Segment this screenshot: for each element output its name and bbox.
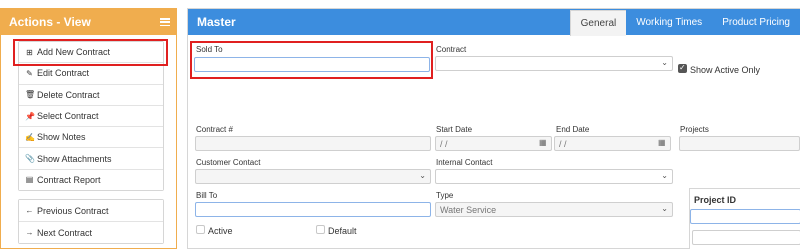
- notes-icon: ✍: [25, 132, 35, 142]
- tab-product-pricing[interactable]: Product Pricing: [712, 9, 800, 35]
- active-label: Active: [208, 226, 233, 236]
- paperclip-icon: 📎: [25, 154, 35, 164]
- file-icon: ▤: [25, 175, 34, 185]
- sold-to-input[interactable]: [194, 57, 430, 72]
- action-label: Edit Contract: [37, 68, 90, 79]
- main-header: Master General Working Times Product Pri…: [188, 9, 800, 36]
- contract-select[interactable]: ⌄: [435, 56, 673, 71]
- page-title: Master: [197, 15, 236, 29]
- show-active-only-label: Show Active Only: [690, 65, 761, 75]
- calendar-icon[interactable]: ▦: [658, 138, 667, 147]
- delete-contract-button[interactable]: 🗑 Delete Contract: [19, 84, 163, 106]
- projects-input[interactable]: [679, 136, 800, 151]
- active-checkbox[interactable]: [196, 225, 205, 234]
- type-value: Water Service: [440, 204, 497, 215]
- start-date-input[interactable]: / / ▦: [435, 136, 552, 151]
- project-id-header: Project ID: [694, 195, 737, 205]
- action-label: Show Attachments: [37, 153, 112, 164]
- default-label: Default: [328, 226, 357, 236]
- arrow-right-icon: →: [25, 228, 34, 237]
- trash-icon: 🗑: [25, 90, 36, 100]
- actions-title: Actions - View: [9, 15, 91, 29]
- show-notes-button[interactable]: ✍ Show Notes: [19, 127, 163, 149]
- actions-group-primary: ⊞ Add New Contract ✎ Edit Contract 🗑 Delete C…: [18, 41, 164, 192]
- show-active-only-checkbox[interactable]: [678, 63, 687, 73]
- next-contract-button[interactable]: → Next Contract: [19, 222, 163, 243]
- actions-header: Actions - View: [1, 9, 176, 35]
- select-contract-button[interactable]: 📌 Select Contract: [19, 105, 163, 128]
- pin-icon: 📌: [25, 111, 35, 121]
- start-date-value: / /: [440, 138, 448, 149]
- customer-contact-select[interactable]: ⌄: [195, 169, 431, 184]
- action-label: Delete Contract: [37, 89, 100, 100]
- action-label: Next Contract: [37, 227, 93, 238]
- contract-number-label: Contract #: [196, 125, 233, 134]
- start-date-label: Start Date: [436, 125, 473, 134]
- internal-contact-select[interactable]: ⌄: [435, 169, 673, 184]
- default-checkbox[interactable]: [316, 225, 325, 234]
- end-date-input[interactable]: / / ▦: [554, 136, 671, 151]
- previous-contract-button[interactable]: ← Previous Contract: [19, 200, 163, 222]
- chevron-down-icon: ⌄: [419, 171, 426, 180]
- contract-report-button[interactable]: ▤ Contract Report: [19, 169, 163, 191]
- menu-icon[interactable]: [160, 18, 170, 26]
- customer-contact-label: Customer Contact: [196, 158, 261, 167]
- action-label: Previous Contract: [37, 205, 109, 216]
- type-select[interactable]: Water Service ⌄: [435, 202, 673, 217]
- action-label: Add New Contract: [37, 47, 111, 58]
- tab-general[interactable]: General: [569, 10, 627, 36]
- action-label: Contract Report: [37, 174, 101, 185]
- chevron-down-icon: ⌄: [661, 58, 668, 67]
- arrow-left-icon: ←: [25, 206, 34, 215]
- edit-contract-button[interactable]: ✎ Edit Contract: [19, 63, 163, 85]
- action-label: Show Notes: [37, 132, 86, 143]
- show-attachments-button[interactable]: 📎 Show Attachments: [19, 148, 163, 170]
- end-date-label: End Date: [556, 125, 590, 134]
- actions-panel: Actions - View ⊞ Add New Contract ✎ Edit Co…: [0, 8, 177, 249]
- tab-bar: General Working Times Product Pricing: [569, 9, 800, 36]
- contract-number-input[interactable]: [195, 136, 431, 151]
- sold-to-label: Sold To: [196, 45, 223, 54]
- edit-icon: ✎: [26, 68, 33, 78]
- plus-square-icon: ⊞: [26, 47, 33, 57]
- chevron-down-icon: ⌄: [661, 171, 668, 180]
- actions-group-navigation: ← Previous Contract → Next Contract: [18, 199, 164, 244]
- bill-to-input[interactable]: [195, 202, 431, 217]
- project-id-input[interactable]: [690, 209, 800, 224]
- bill-to-label: Bill To: [196, 191, 218, 200]
- chevron-down-icon: ⌄: [661, 204, 668, 213]
- project-id-row[interactable]: [692, 230, 800, 245]
- contract-label: Contract: [436, 45, 467, 54]
- internal-contact-label: Internal Contact: [436, 158, 493, 167]
- calendar-icon[interactable]: ▦: [539, 138, 548, 147]
- type-label: Type: [436, 191, 454, 200]
- end-date-value: / /: [559, 138, 567, 149]
- project-panel: Project ID: [689, 188, 800, 249]
- add-new-contract-button[interactable]: ⊞ Add New Contract: [19, 42, 163, 64]
- projects-label: Projects: [680, 125, 709, 134]
- action-label: Select Contract: [37, 111, 99, 122]
- tab-working-times[interactable]: Working Times: [626, 9, 712, 35]
